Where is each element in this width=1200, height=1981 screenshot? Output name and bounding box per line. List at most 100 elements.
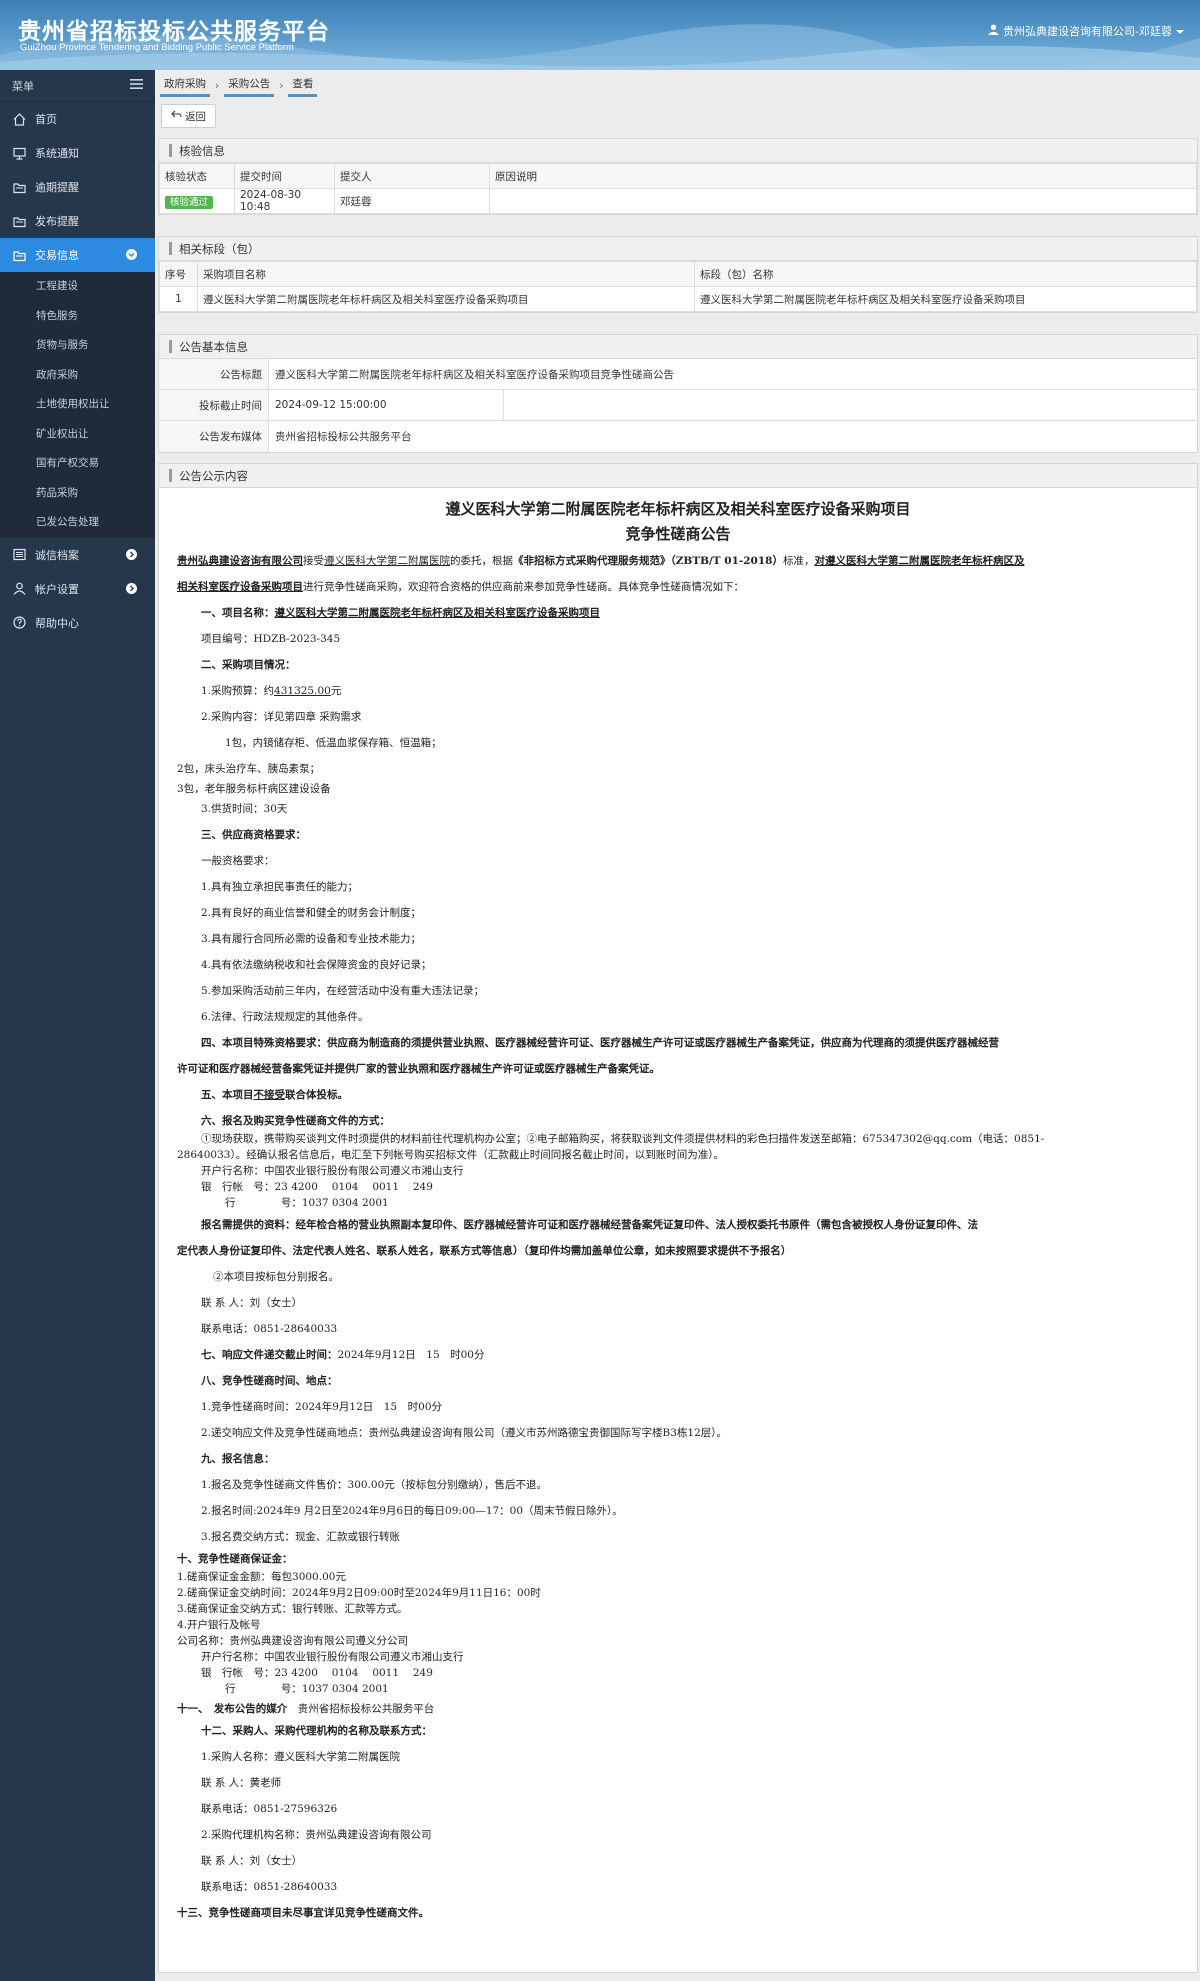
menu-label: 菜单: [12, 79, 34, 93]
notice-line: 联 系 人：刘（女士）: [201, 1297, 303, 1309]
text: 贵州省招标投标公共服务平台: [297, 1703, 435, 1715]
submenu-item[interactable]: 药品采购: [0, 479, 155, 509]
table-header: 采购项目名称: [197, 261, 695, 287]
notice-line: 六、报名及购买竞争性磋商文件的方式：: [201, 1115, 390, 1127]
submenu-item[interactable]: 政府采购: [0, 361, 155, 391]
sidebar-item-notice[interactable]: 系统通知: [0, 136, 155, 170]
sidebar-item-overdue[interactable]: 逾期提醒: [0, 170, 155, 204]
text: 1.采购预算：约: [201, 685, 275, 697]
chevron-down-icon: [126, 249, 137, 260]
table-cell: 1: [159, 286, 198, 312]
breadcrumb-separator: ›: [279, 80, 284, 92]
notice-line: 五、本项目不接受联合体投标。: [201, 1087, 348, 1102]
notice-line: 银 行帐 号：23 4200 0104 0011 249: [201, 1181, 433, 1193]
notice-line: 6.法律、行政法规规定的其他条件。: [201, 1011, 369, 1023]
notice-line: 十、竞争性磋商保证金：: [177, 1553, 293, 1565]
text: 元: [330, 685, 342, 697]
notice-line: 联系电话：0851-28640033: [201, 1881, 338, 1893]
back-button[interactable]: 返回: [161, 104, 216, 128]
breadcrumb-item[interactable]: 查看: [288, 76, 318, 97]
notice-line: 十二、采购人、采购代理机构的名称及联系方式：: [201, 1725, 432, 1737]
notice-line: 开户行名称：中国农业银行股份有限公司遵义市湘山支行: [201, 1651, 464, 1663]
submenu-item[interactable]: 国有产权交易: [0, 449, 155, 479]
sidebar-item-label: 发布提醒: [35, 215, 79, 228]
table-header: 提交时间: [234, 163, 335, 189]
main-content: 政府采购 › 采购公告 › 查看 返回 核验信息 核验状态 提交时间 提交人 原…: [155, 70, 1200, 1981]
sidebar-item-label: 系统通知: [35, 147, 79, 160]
notice-line: 2.报名时间:2024年9 月2日至2024年9月6日的每日09:00—17：0…: [201, 1505, 623, 1517]
sidebar-item-label: 帮助中心: [35, 616, 79, 630]
user-menu[interactable]: 贵州弘典建设咨询有限公司-邓廷蓉: [988, 23, 1184, 39]
submenu-item[interactable]: 特色服务: [0, 302, 155, 332]
folder-icon: [12, 248, 26, 262]
help-icon: [12, 616, 26, 630]
table-header: 核验状态: [159, 163, 235, 189]
sidebar-item-publish[interactable]: 发布提醒: [0, 204, 155, 238]
sidebar-item-help[interactable]: 帮助中心: [0, 606, 155, 640]
notice-line: 3.供货时间：30天: [201, 803, 288, 815]
text: 进行竞争性磋商采购，欢迎符合资格的供应商前来参加竞争性磋商。具体竞争性磋商情况如…: [303, 581, 744, 593]
panel-title: 公告基本信息: [159, 335, 1197, 359]
chevron-right-icon: [126, 548, 137, 560]
info-label: 公告发布媒体: [159, 421, 269, 452]
project-name: 遵义医科大学第二附属医院老年标杆病区及相关科室医疗设备采购项目: [274, 607, 601, 619]
notice-line: 银 行帐 号：23 4200 0104 0011 249: [201, 1667, 433, 1679]
text: 七、响应文件递交截止时间：: [201, 1349, 338, 1361]
user-icon: [988, 24, 1000, 38]
table-cell: 邓廷蓉: [334, 188, 490, 214]
folder-icon: [12, 180, 26, 194]
check-info-table: 核验状态 提交时间 提交人 原因说明 核验通过 2024-08-30 10:48…: [159, 163, 1197, 214]
notice-line: 三、供应商资格要求：: [201, 829, 306, 841]
info-value: 贵州省招标投标公共服务平台: [275, 431, 412, 443]
breadcrumb-item[interactable]: 采购公告: [224, 76, 275, 97]
notice-line: 1.具有独立承担民事责任的能力；: [201, 881, 359, 893]
notice-line: 5.参加采购活动前三年内，在经营活动中没有重大违法记录；: [201, 985, 485, 997]
submenu-item[interactable]: 已发公告处理: [0, 508, 155, 538]
table-cell: [489, 188, 1197, 214]
list-icon: [12, 548, 26, 562]
notice-line: 1.采购预算：约431325.00元: [201, 683, 341, 698]
text: 标准，: [782, 555, 815, 567]
basic-info-panel: 公告基本信息 公告标题 遵义医科大学第二附属医院老年标杆病区及相关科室医疗设备采…: [158, 334, 1198, 453]
text: 十一、 发布公告的媒介: [177, 1703, 288, 1715]
panel-title: 核验信息: [159, 139, 1197, 163]
status-cell: 核验通过: [159, 188, 235, 214]
notice-line: 十三、竞争性磋商项目未尽事宜详见竞争性磋商文件。: [177, 1907, 429, 1919]
folder-icon: [12, 214, 26, 228]
back-button-label: 返回: [185, 110, 206, 123]
text: 一、项目名称：: [201, 607, 275, 619]
breadcrumb: 政府采购 › 采购公告 › 查看: [160, 74, 318, 98]
table-header: 序号: [159, 261, 198, 287]
sidebar-item-account[interactable]: 帐户设置: [0, 572, 155, 606]
table-cell: 2024-08-30 10:48: [234, 188, 335, 214]
breadcrumb-separator: ›: [215, 80, 220, 92]
text: 接受: [303, 555, 324, 567]
panel-title: 相关标段（包）: [159, 237, 1197, 261]
notice-line: 1.竞争性磋商时间：2024年9月12日 15 时00分: [201, 1401, 443, 1413]
submenu-item[interactable]: 土地使用权出让: [0, 390, 155, 420]
notice-line: 3.报名费交纳方式：现金、汇款或银行转账: [201, 1531, 401, 1543]
submenu-item[interactable]: 工程建设: [0, 272, 155, 302]
chevron-right-icon: [126, 582, 137, 594]
submenu-item[interactable]: 矿业权出让: [0, 420, 155, 450]
notice-paragraph: 相关科室医疗设备采购项目进行竞争性磋商采购，欢迎符合资格的供应商前来参加竞争性磋…: [177, 579, 744, 594]
notice-line: 报名需提供的资料：经年检合格的营业执照副本复印件、医疗器械经营许可证和医疗器械经…: [201, 1219, 978, 1231]
related-sections-panel: 相关标段（包） 序号 采购项目名称 标段（包）名称 1 遵义医科大学第二附属医院…: [158, 236, 1198, 313]
notice-line: 许可证和医疗器械经营备案凭证并提供厂家的营业执照和医疗器械生产许可证或医疗器械生…: [177, 1063, 660, 1075]
sidebar-submenu: 工程建设 特色服务 货物与服务 政府采购 土地使用权出让 矿业权出让 国有产权交…: [0, 272, 155, 538]
notice-line: 4.开户银行及帐号: [177, 1619, 261, 1631]
sidebar-menu-header: 菜单: [0, 70, 155, 102]
client-name: 遵义医科大学第二附属医院: [324, 555, 450, 567]
project-name: 相关科室医疗设备采购项目: [177, 581, 303, 593]
sidebar-item-home[interactable]: 首页: [0, 102, 155, 136]
breadcrumb-item[interactable]: 政府采购: [160, 76, 210, 97]
sidebar-item-label: 交易信息: [35, 249, 79, 262]
hamburger-icon[interactable]: [130, 79, 143, 92]
sidebar-item-credit[interactable]: 诚信档案: [0, 538, 155, 572]
text: 不接受: [253, 1089, 286, 1101]
notice-line: 4.具有依法缴纳税收和社会保障资金的良好记录；: [201, 959, 432, 971]
info-label: 公告标题: [159, 359, 269, 389]
sidebar-item-trade[interactable]: 交易信息: [0, 238, 155, 272]
submenu-item[interactable]: 货物与服务: [0, 331, 155, 361]
user-icon: [12, 582, 26, 596]
